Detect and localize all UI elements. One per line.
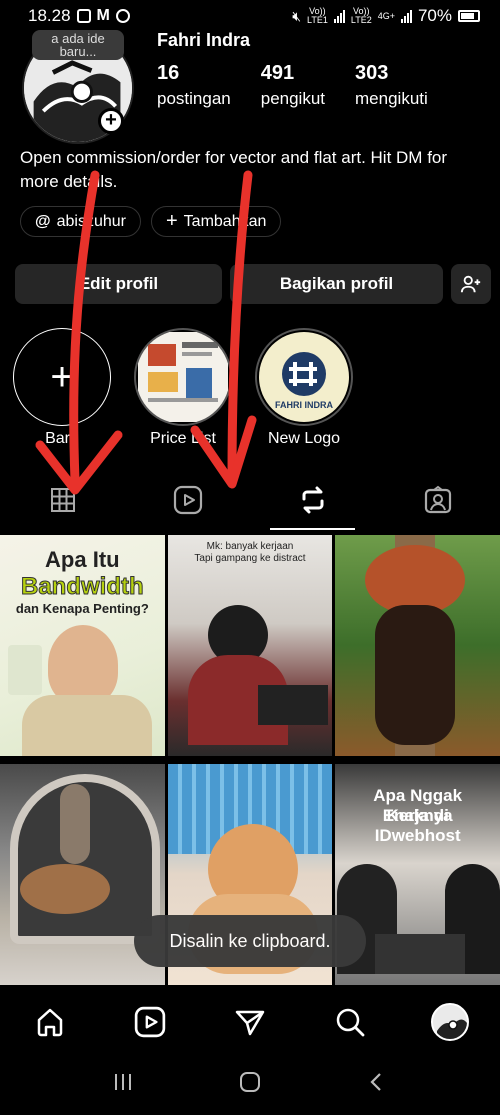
person-image: [48, 625, 118, 705]
reposts-icon: [302, 486, 323, 514]
price-list-thumbnail: [134, 328, 232, 426]
edit-profile-button[interactable]: Edit profil: [15, 264, 222, 304]
plus-icon: +: [165, 210, 178, 232]
nav-profile[interactable]: [422, 994, 478, 1050]
discover-people-button[interactable]: [451, 264, 491, 304]
grid-item[interactable]: Apa Itu Bandwidth dan Kenapa Penting?: [0, 535, 165, 756]
cat-hanging: [60, 784, 90, 864]
profile-username: Fahri Indra: [157, 30, 251, 50]
highlight-new[interactable]: + Baru: [12, 328, 112, 448]
laptop: [375, 934, 466, 974]
profile-avatar-small: [431, 1003, 469, 1041]
back-button[interactable]: [366, 1071, 388, 1098]
system-navigation: [0, 1054, 500, 1115]
tab-reels[interactable]: [125, 470, 250, 530]
recents-icon: [115, 1074, 131, 1090]
profile-bio: Open commission/order for vector and fla…: [20, 148, 448, 191]
signal-icon: [333, 9, 345, 23]
sim1-indicator: Vo)) LTE1: [307, 6, 328, 25]
back-icon: [370, 1073, 381, 1091]
bottom-navigation: [0, 990, 500, 1054]
stat-posts[interactable]: 16 postingan: [157, 62, 231, 109]
reels-icon: [134, 1006, 166, 1038]
laptop: [257, 685, 328, 725]
red-panda-body: [375, 605, 456, 745]
nav-messages[interactable]: [222, 994, 278, 1050]
threads-chip[interactable]: @ abiszuhur: [20, 206, 141, 237]
nav-search[interactable]: [322, 994, 378, 1050]
app-icon: [115, 9, 130, 23]
home-button[interactable]: [238, 1070, 262, 1099]
tagged-icon: [424, 485, 451, 514]
nav-reels[interactable]: [122, 994, 178, 1050]
gmail-icon: M: [96, 7, 110, 24]
cat-image: [20, 864, 110, 914]
stat-following[interactable]: 303 mengikuti: [355, 62, 428, 109]
svg-text:FAHRI INDRA: FAHRI INDRA: [275, 400, 333, 410]
clipboard-toast: Disalin ke clipboard.: [134, 915, 366, 967]
stat-followers[interactable]: 491 pengikut: [261, 62, 325, 109]
story-highlights: + Baru Price List FAHRI INDRA New Logo: [0, 328, 500, 448]
grid-item[interactable]: Mk: banyak kerjaan Tapi gampang ke distr…: [167, 535, 333, 756]
grid-icon: [50, 488, 75, 512]
status-bar: 18.28 M 🔇︎ Vo)) LTE1 Vo)) LTE2 4G+ 70%: [0, 0, 500, 32]
profile-note[interactable]: a ada ide baru...: [32, 30, 124, 60]
plus-icon: +: [13, 328, 111, 426]
grid-item[interactable]: [335, 535, 500, 756]
profile-stats: 16 postingan 491 pengikut 303 mengikuti: [157, 62, 428, 109]
person-shirt: [22, 695, 152, 756]
profile-tabs: [0, 470, 500, 530]
profile-links: @ abiszuhur + Tambahkan: [20, 206, 282, 237]
share-profile-button[interactable]: Bagikan profil: [230, 264, 443, 304]
add-person-icon: [460, 275, 481, 293]
add-link-chip[interactable]: + Tambahkan: [150, 206, 282, 237]
status-time: 18.28: [28, 6, 71, 25]
reels-icon: [173, 485, 202, 515]
signal-icon-2: [400, 9, 412, 23]
threads-icon: @: [35, 212, 51, 230]
battery-percent: 70%: [417, 6, 452, 25]
tab-reposts[interactable]: [250, 470, 375, 530]
search-icon: [336, 1008, 365, 1037]
tab-grid[interactable]: [0, 470, 125, 530]
add-story-button[interactable]: +: [98, 108, 124, 134]
mute-icon: 🔇︎: [292, 7, 302, 24]
send-icon: [235, 1010, 265, 1036]
tab-tagged[interactable]: [375, 470, 500, 530]
fahri-indra-logo: FAHRI INDRA: [255, 328, 353, 426]
recent-apps-button[interactable]: [112, 1071, 134, 1098]
home-icon: [37, 1008, 63, 1037]
highlight-price-list[interactable]: Price List: [133, 328, 233, 448]
nav-home[interactable]: [22, 994, 78, 1050]
highlight-new-logo[interactable]: FAHRI INDRA New Logo: [254, 328, 354, 448]
profile-actions: Edit profil Bagikan profil: [15, 264, 491, 304]
battery-icon: [458, 10, 480, 22]
network-indicator: 4G+: [377, 10, 395, 21]
gallery-icon: [76, 9, 91, 23]
sim2-indicator: Vo)) LTE2: [350, 6, 372, 25]
server-illustration: [8, 645, 42, 695]
home-circle-icon: [240, 1072, 260, 1092]
